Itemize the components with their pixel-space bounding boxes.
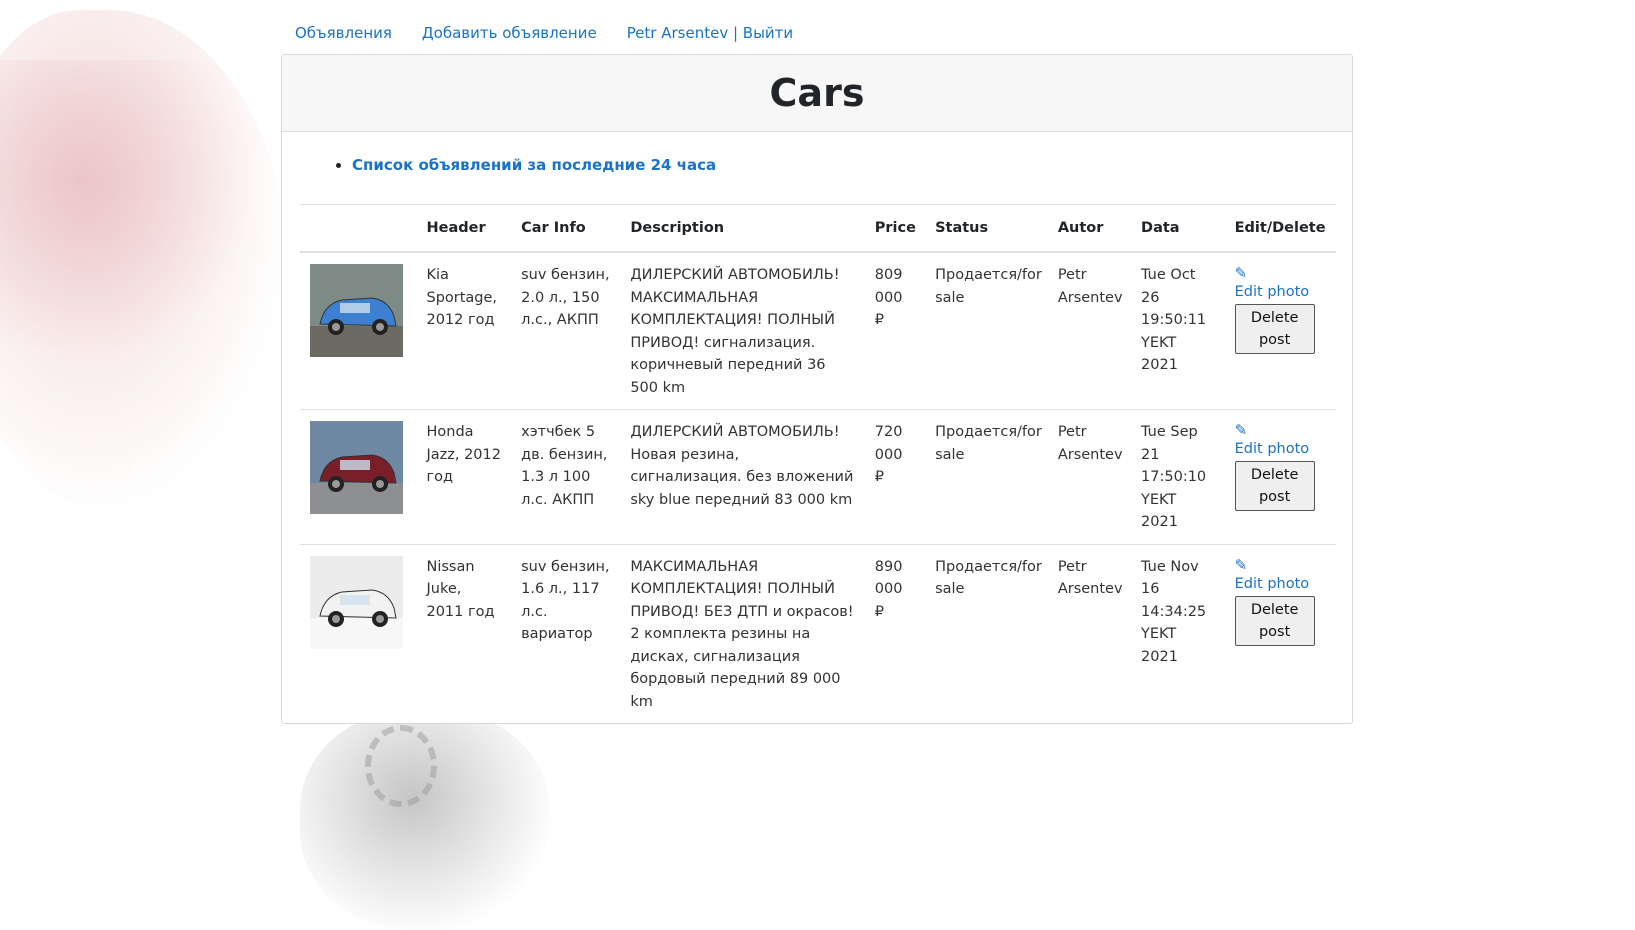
- list-item: Список объявлений за последние 24 часа: [352, 154, 1334, 176]
- delete-post-button[interactable]: Delete post: [1234, 304, 1315, 354]
- table-row: Nissan Juke, 2011 год suv бензин, 1.6 л.…: [300, 543, 1336, 723]
- header-cell: Kia Sportage, 2012 год: [426, 267, 498, 328]
- col-description: Description: [620, 204, 865, 253]
- edit-delete-cell: ✎ Edit photo Delete post: [1224, 409, 1336, 544]
- col-autor: Autor: [1047, 204, 1132, 253]
- col-edit-delete: Edit/Delete: [1224, 204, 1336, 253]
- status-cell: Продается/for sale: [925, 543, 1048, 723]
- page-title: Cars: [769, 71, 865, 115]
- col-status: Status: [925, 204, 1048, 253]
- top-navigation: Объявления Добавить объявление Petr Arse…: [295, 24, 793, 46]
- card-body: Список объявлений за последние 24 часа H…: [282, 132, 1352, 723]
- data-cell: Tue Sep 21 17:50:10 YEKT 2021: [1131, 409, 1225, 544]
- header-cell: Honda Jazz, 2012 год: [416, 409, 512, 544]
- price-cell: 809 000 ₽: [874, 267, 903, 328]
- nav-user-logout-link[interactable]: Petr Arsentev | Выйти: [627, 24, 793, 46]
- edit-delete-cell: ✎ Edit photo Delete post: [1224, 543, 1336, 723]
- autor-cell: Petr Arsentev: [1047, 409, 1132, 544]
- nav-ads-link[interactable]: Объявления: [295, 24, 392, 46]
- price-cell: 720 000 ₽: [864, 409, 926, 544]
- col-car-info: Car Info: [511, 204, 621, 253]
- description-cell: ДИЛЕРСКИЙ АВТОМОБИЛЬ! МАКСИМАЛЬНАЯ КОМПЛ…: [630, 267, 840, 396]
- ads-card: Cars Список объявлений за последние 24 ч…: [281, 54, 1353, 724]
- data-cell: Tue Oct 26 19:50:11 YEKT 2021: [1141, 267, 1207, 373]
- edit-icon[interactable]: ✎: [1235, 421, 1326, 439]
- card-header: Cars: [282, 55, 1352, 132]
- background-hand-shade: [0, 60, 260, 360]
- background-key-ring: [365, 725, 437, 807]
- ads-table: Header Car Info Description Price Status…: [300, 204, 1336, 723]
- description-cell: МАКСИМАЛЬНАЯ КОМПЛЕКТАЦИЯ! ПОЛНЫЙ ПРИВОД…: [620, 543, 865, 723]
- data-cell: Tue Nov 16 14:34:25 YEKT 2021: [1131, 543, 1225, 723]
- photo-cell: [300, 543, 417, 723]
- delete-post-button[interactable]: Delete post: [1234, 461, 1315, 511]
- car-info-cell: хэтчбек 5 дв. бензин, 1.3 л 100 л.с. АКП…: [511, 409, 621, 544]
- filter-links: Список объявлений за последние 24 часа: [300, 154, 1334, 176]
- edit-photo-link[interactable]: Edit photo: [1235, 282, 1326, 302]
- edit-photo-link[interactable]: Edit photo: [1235, 439, 1326, 459]
- status-cell: Продается/for sale: [925, 409, 1048, 544]
- col-header: Header: [416, 204, 512, 253]
- edit-icon[interactable]: ✎: [1235, 556, 1326, 574]
- edit-delete-cell: ✎ Edit photo Delete post: [1225, 252, 1336, 410]
- car-info-cell: suv бензин, 1.6 л., 117 л.с. вариатор: [511, 543, 621, 723]
- edit-photo-link[interactable]: Edit photo: [1235, 574, 1326, 594]
- description-cell: ДИЛЕРСКИЙ АВТОМОБИЛЬ! Новая резина, сигн…: [620, 409, 865, 544]
- col-photo: [300, 204, 417, 253]
- table-row: Honda Jazz, 2012 год хэтчбек 5 дв. бензи…: [300, 409, 1336, 544]
- col-price: Price: [864, 204, 926, 253]
- last-24h-link[interactable]: Список объявлений за последние 24 часа: [352, 156, 716, 174]
- header-cell: Nissan Juke, 2011 год: [416, 543, 512, 723]
- delete-post-button[interactable]: Delete post: [1234, 595, 1315, 646]
- autor-cell: Petr Arsentev: [1047, 543, 1132, 723]
- edit-icon[interactable]: ✎: [1235, 264, 1326, 282]
- autor-cell: Petr Arsentev: [1057, 267, 1123, 306]
- table-header-row: Header Car Info Description Price Status…: [300, 204, 1336, 253]
- col-data: Data: [1131, 204, 1225, 253]
- car-photo: [310, 264, 403, 357]
- photo-cell: [300, 252, 416, 410]
- table-row: Kia Sportage, 2012 год suv бензин, 2.0 л…: [300, 252, 1336, 410]
- price-cell: 890 000 ₽: [864, 543, 926, 723]
- nav-add-ad-link[interactable]: Добавить объявление: [422, 24, 597, 46]
- car-info-cell: suv бензин, 2.0 л., 150 л.с., АКПП: [521, 267, 610, 328]
- car-photo: [310, 555, 403, 649]
- status-cell: Продается/for sale: [935, 267, 1042, 306]
- photo-cell: [300, 409, 417, 544]
- car-photo: [310, 421, 403, 514]
